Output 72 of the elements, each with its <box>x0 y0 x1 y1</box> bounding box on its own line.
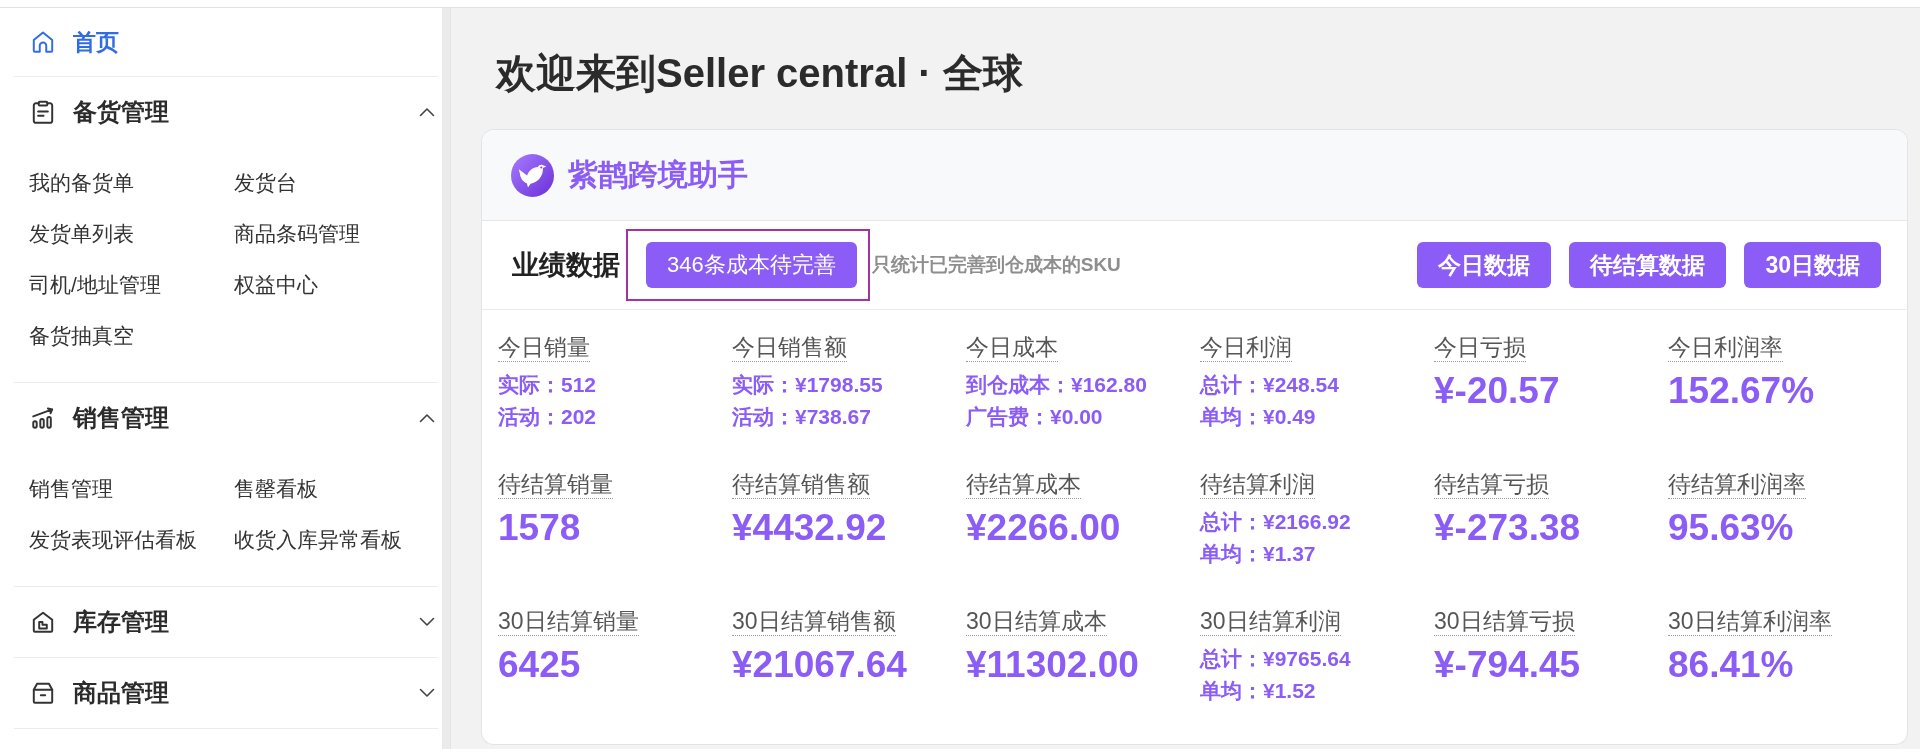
menu-group-header[interactable]: 商品管理 <box>14 658 438 728</box>
metric-value: 95.63% <box>1668 506 1794 550</box>
metric-detail: 单均：¥1.52 <box>1200 678 1316 704</box>
metric-detail: 总计：¥9765.64 <box>1200 646 1351 672</box>
menu-item[interactable]: 收货入库异常看板 <box>234 525 402 554</box>
metric-detail: 总计：¥2166.92 <box>1200 509 1351 535</box>
menu-group-header[interactable]: 销售管理 <box>14 383 438 453</box>
menu-item[interactable]: 发货单列表 <box>29 219 134 248</box>
section-title: 业绩数据 <box>512 249 620 282</box>
metric-label: 待结算利润 <box>1200 470 1315 499</box>
menu-item[interactable]: 权益中心 <box>234 270 318 299</box>
home-link[interactable]: 首页 <box>30 26 119 58</box>
period-button[interactable]: 30日数据 <box>1744 242 1881 288</box>
metric-label: 30日结算成本 <box>966 607 1107 636</box>
period-button[interactable]: 今日数据 <box>1417 242 1552 288</box>
metric-label: 30日结算利润 <box>1200 607 1341 636</box>
menu-group-header[interactable]: 库存管理 <box>14 587 438 657</box>
metric-value: ¥-20.57 <box>1434 369 1560 413</box>
metric-detail: 单均：¥1.37 <box>1200 541 1316 567</box>
cost-alert-button[interactable]: 346条成本待完善 <box>646 242 857 288</box>
box-icon <box>30 680 56 706</box>
metric-label: 30日结算销售额 <box>732 607 896 636</box>
metric-detail: 到仓成本：¥162.80 <box>966 372 1147 398</box>
menu-item[interactable]: 备货抽真空 <box>29 321 134 350</box>
menu-item[interactable]: 司机/地址管理 <box>29 270 161 299</box>
metric-label: 30日结算销量 <box>498 607 639 636</box>
metric-value: 1578 <box>498 506 581 550</box>
menu-item[interactable]: 发货台 <box>234 168 297 197</box>
page-title: 欢迎来到Seller central · 全球 <box>496 50 1023 97</box>
menu-group-header[interactable]: 备货管理 <box>14 77 438 147</box>
menu-item[interactable]: 我的备货单 <box>29 168 134 197</box>
metric-detail: 活动：¥738.67 <box>732 404 871 430</box>
metric-value: 6425 <box>498 643 581 687</box>
home-icon <box>30 29 56 55</box>
metric-label: 今日销量 <box>498 333 590 362</box>
note-text: 只统计已完善到仓成本的SKU <box>871 253 1121 277</box>
menu-item[interactable]: 销售管理 <box>29 474 113 503</box>
metric-label: 30日结算亏损 <box>1434 607 1575 636</box>
metric-value: ¥-273.38 <box>1434 506 1581 550</box>
metric-label: 今日成本 <box>966 333 1058 362</box>
metric-detail: 实际：¥1798.55 <box>732 372 883 398</box>
menu-item[interactable]: 商品条码管理 <box>234 219 360 248</box>
house-icon <box>30 609 56 635</box>
metric-detail: 广告费：¥0.00 <box>966 404 1103 430</box>
metric-label: 待结算成本 <box>966 470 1081 499</box>
metric-value: ¥11302.00 <box>966 643 1139 687</box>
metric-value: 152.67% <box>1668 369 1815 413</box>
menu-item[interactable]: 发货表现评估看板 <box>29 525 197 554</box>
metric-label: 30日结算利润率 <box>1668 607 1832 636</box>
metric-value: ¥4432.92 <box>732 506 887 550</box>
metric-label: 待结算销量 <box>498 470 613 499</box>
menu-item[interactable]: 售罄看板 <box>234 474 318 503</box>
metric-label: 今日销售额 <box>732 333 847 362</box>
period-button[interactable]: 待结算数据 <box>1569 242 1727 288</box>
bar-chart-icon <box>30 405 56 431</box>
metric-detail: 实际：512 <box>498 372 597 398</box>
metric-label: 待结算销售额 <box>732 470 870 499</box>
metric-label: 今日亏损 <box>1434 333 1526 362</box>
metric-value: ¥21067.64 <box>732 643 907 687</box>
bird-logo-icon <box>511 153 554 197</box>
metric-label: 今日利润率 <box>1668 333 1783 362</box>
metric-detail: 活动：202 <box>498 404 597 430</box>
metric-detail: 总计：¥248.54 <box>1200 372 1339 398</box>
assistant-name: 紫鹊跨境助手 <box>568 156 748 193</box>
clipboard-icon <box>30 99 56 125</box>
metric-value: ¥-794.45 <box>1434 643 1581 687</box>
metric-value: ¥2266.00 <box>966 506 1121 550</box>
metric-label: 待结算亏损 <box>1434 470 1549 499</box>
metric-detail: 单均：¥0.49 <box>1200 404 1316 430</box>
metric-label: 待结算利润率 <box>1668 470 1806 499</box>
metric-value: 86.41% <box>1668 643 1794 687</box>
metric-label: 今日利润 <box>1200 333 1292 362</box>
